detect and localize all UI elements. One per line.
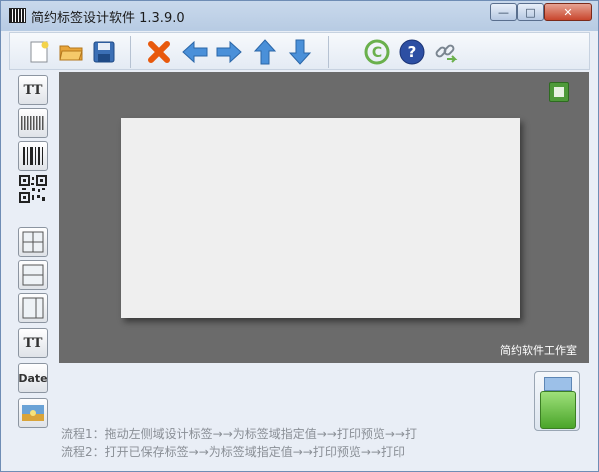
delete-icon[interactable] [144, 37, 174, 67]
date-tool-button[interactable]: Date [18, 363, 48, 393]
app-window: 简约标签设计软件 1.3.9.0 — □ ✕ C ? TT TT Date 简约… [0, 0, 599, 472]
grid-two-row-tool-button[interactable] [18, 260, 48, 290]
toolbar-separator [130, 36, 131, 68]
arrow-down-icon[interactable] [285, 37, 315, 67]
svg-text:C: C [372, 45, 382, 61]
text-field-tool-label: TT [23, 335, 43, 351]
grid-two-row-icon [22, 264, 44, 286]
help-icon[interactable]: ? [397, 37, 427, 67]
date-tool-label: Date [18, 371, 48, 385]
app-barcode-icon [9, 8, 26, 23]
svg-text:?: ? [408, 43, 417, 61]
new-file-icon[interactable] [24, 37, 54, 67]
qrcode-icon [19, 175, 47, 203]
barcode-icon [23, 147, 43, 165]
title-bar: 简约标签设计软件 1.3.9.0 — □ ✕ [1, 1, 598, 29]
qrcode-tool-button[interactable] [18, 174, 48, 204]
barcode-strip-tool-button[interactable] [18, 108, 48, 138]
open-folder-icon[interactable] [56, 37, 86, 67]
window-title: 简约标签设计软件 1.3.9.0 [31, 11, 185, 26]
text-field-tool-button[interactable]: TT [18, 328, 48, 358]
flow-step-1: 流程1：拖动左侧域设计标签→→为标签域指定值→→打印预览→→打 [61, 427, 417, 441]
save-icon[interactable] [89, 37, 119, 67]
excel-icon[interactable] [549, 82, 569, 102]
image-icon [22, 405, 44, 421]
arrow-right-icon[interactable] [214, 37, 244, 67]
maximize-button[interactable]: □ [517, 3, 544, 21]
label-paper[interactable] [121, 118, 520, 318]
minimize-button[interactable]: — [490, 3, 517, 21]
arrow-up-icon[interactable] [250, 37, 280, 67]
grid-four-tool-button[interactable] [18, 227, 48, 257]
split-column-tool-button[interactable] [18, 293, 48, 323]
grid-four-icon [22, 231, 44, 253]
link-icon[interactable] [431, 37, 461, 67]
text-tool-label: TT [23, 82, 43, 98]
design-canvas[interactable]: 简约软件工作室 [59, 72, 589, 363]
split-column-icon [22, 297, 44, 319]
arrow-left-icon[interactable] [180, 37, 210, 67]
close-button[interactable]: ✕ [544, 3, 592, 21]
copyright-icon[interactable]: C [362, 37, 392, 67]
toolbar-separator [328, 36, 329, 68]
main-toolbar: C ? [9, 32, 590, 70]
text-tool-button[interactable]: TT [18, 75, 48, 105]
image-tool-button[interactable] [18, 398, 48, 428]
tool-sidebar: TT TT Date [15, 75, 51, 431]
flow-step-2: 流程2：打开已保存标签→→为标签域指定值→→打印预览→→打印 [61, 445, 405, 459]
barcode-tool-button[interactable] [18, 141, 48, 171]
print-icon[interactable] [534, 371, 580, 431]
studio-label: 简约软件工作室 [500, 344, 577, 357]
barcode-strip-icon [21, 116, 45, 130]
